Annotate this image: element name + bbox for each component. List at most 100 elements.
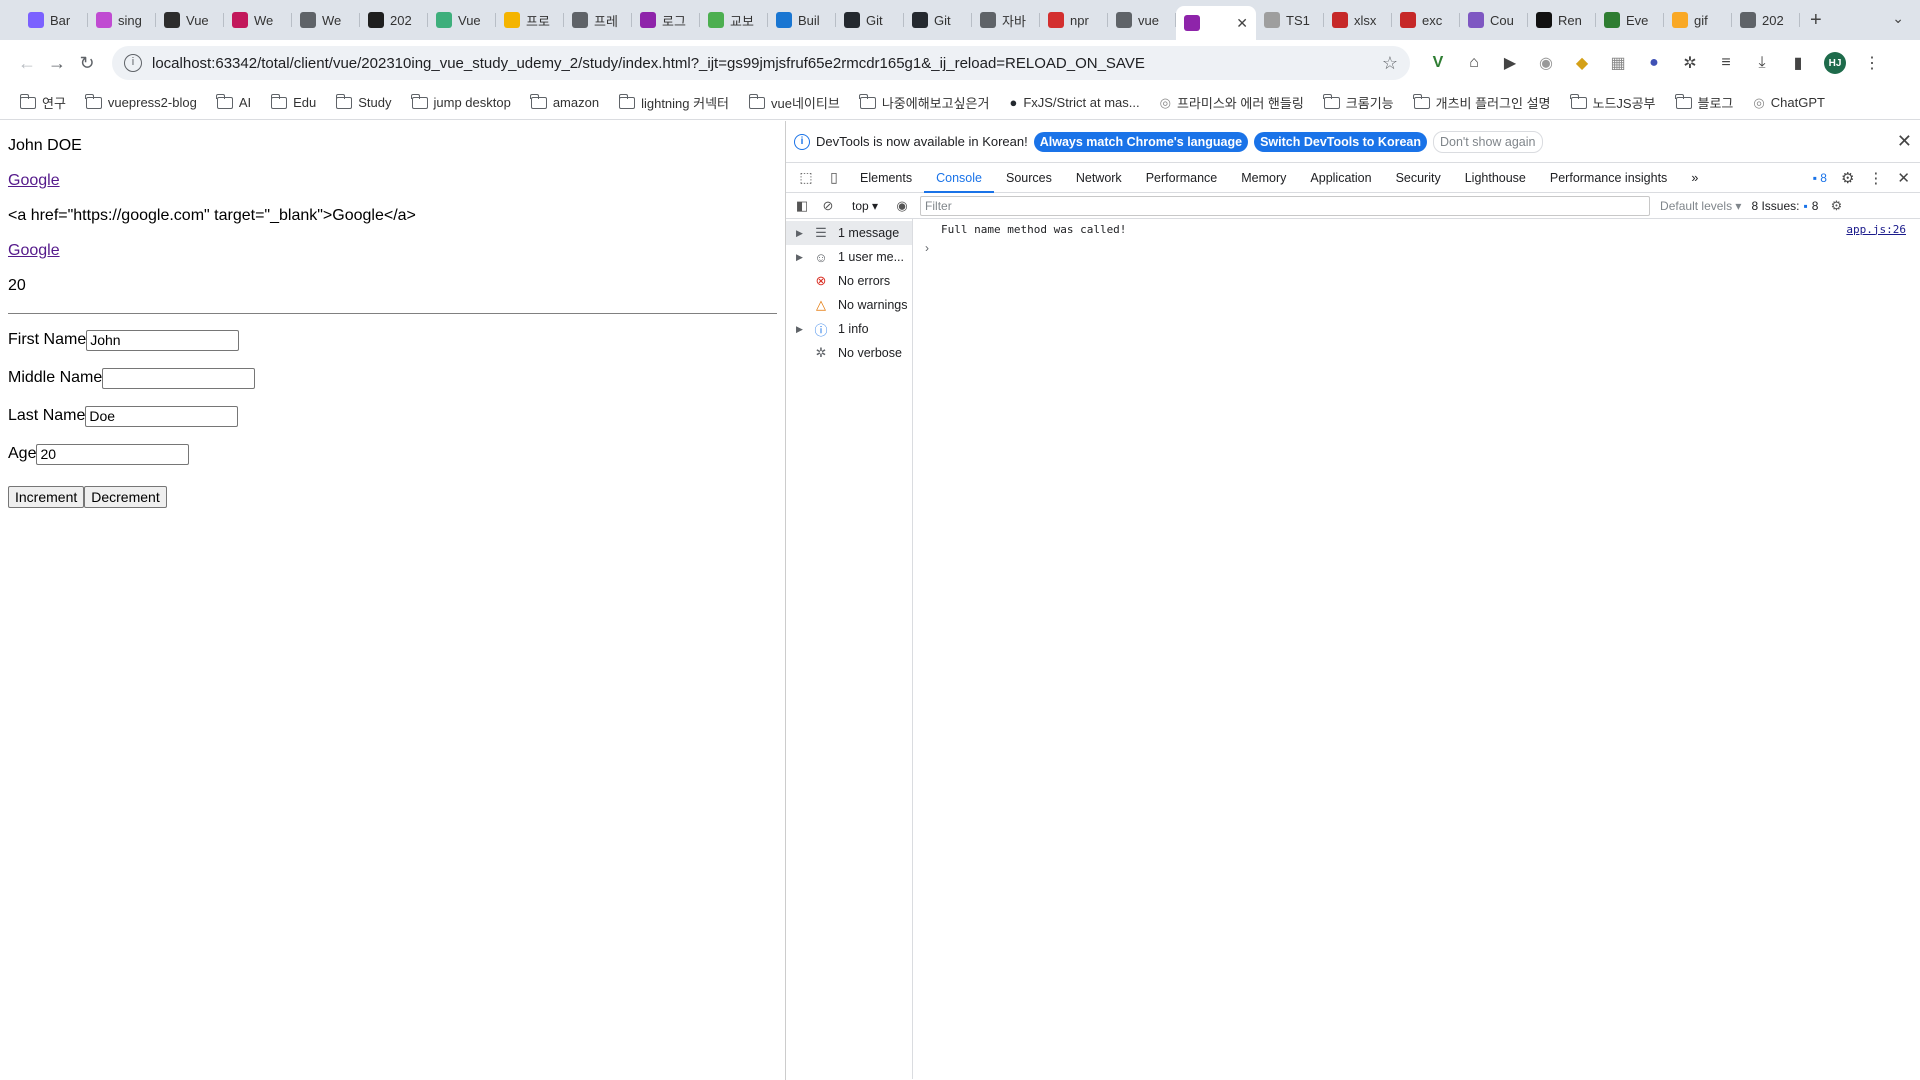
extension-icon[interactable]: ⌂ — [1464, 53, 1484, 73]
console-settings-icon[interactable]: ⚙ — [1828, 198, 1844, 214]
close-banner-icon[interactable]: ✕ — [1897, 131, 1912, 152]
browser-tab[interactable]: gif — [1664, 5, 1732, 35]
device-toolbar-icon[interactable]: ▯ — [820, 169, 848, 186]
console-filter-input[interactable]: Filter — [920, 195, 1651, 216]
bookmark-item[interactable]: amazon — [523, 93, 607, 110]
address-url[interactable]: localhost:63342/total/client/vue/202310i… — [152, 55, 1382, 72]
browser-tab[interactable]: 교보 — [700, 5, 768, 35]
log-levels-select[interactable]: Default levels ▾ — [1660, 199, 1741, 213]
bookmark-item[interactable]: 노드JS공부 — [1563, 93, 1664, 112]
devtools-tab-network[interactable]: Network — [1064, 163, 1134, 193]
vue-devtools-extension-icon[interactable]: V — [1428, 53, 1448, 73]
console-sidebar-item[interactable]: ⊗ No errors — [786, 269, 912, 293]
bookmark-item[interactable]: lightning 커넥터 — [611, 93, 737, 112]
bookmark-star-icon[interactable]: ☆ — [1382, 53, 1398, 74]
bookmark-item[interactable]: 연구 — [12, 93, 74, 112]
sidebar-toggle-icon[interactable]: ◧ — [794, 198, 810, 214]
browser-tab[interactable]: Git — [904, 5, 972, 35]
devtools-tab-elements[interactable]: Elements — [848, 163, 924, 193]
bookmark-item[interactable]: 크롬기능 — [1316, 93, 1402, 112]
browser-tab[interactable]: Bar — [20, 5, 88, 35]
browser-tab[interactable]: xlsx — [1324, 5, 1392, 35]
browser-tab[interactable]: TS1 — [1256, 5, 1324, 35]
devtools-tab-lighthouse[interactable]: Lighthouse — [1453, 163, 1538, 193]
live-expression-eye-icon[interactable]: ◉ — [894, 198, 910, 214]
browser-tab[interactable]: npr — [1040, 5, 1108, 35]
dont-show-again-button[interactable]: Don't show again — [1432, 130, 1543, 153]
browser-tab[interactable]: 프로 — [496, 5, 564, 35]
browser-tab[interactable]: 로그 — [632, 5, 700, 35]
media-control-icon[interactable]: ≡ — [1716, 53, 1736, 73]
google-link[interactable]: Google — [8, 172, 60, 189]
extension-icon[interactable]: ▦ — [1608, 53, 1628, 73]
bookmark-item[interactable]: jump desktop — [404, 93, 519, 110]
browser-tab[interactable]: 202 — [360, 5, 428, 35]
browser-tab[interactable]: 자바 — [972, 5, 1040, 35]
devtools-menu-icon[interactable]: ⋮ — [1868, 169, 1883, 187]
forward-button[interactable]: → — [42, 53, 72, 74]
console-sidebar-item[interactable]: △ No warnings — [786, 293, 912, 317]
bookmark-item[interactable]: ● FxJS/Strict at mas... — [1001, 95, 1147, 110]
browser-tab[interactable]: sing — [88, 5, 156, 35]
last-name-input[interactable] — [85, 405, 239, 427]
console-sidebar-item[interactable]: ▶ ☺ 1 user me... — [786, 245, 912, 269]
bookmark-item[interactable]: Edu — [263, 93, 324, 110]
expand-arrow-icon[interactable]: ▶ — [796, 252, 810, 263]
devtools-tab-performance[interactable]: Performance — [1134, 163, 1230, 193]
browser-tab[interactable]: ✕ — [1176, 6, 1256, 40]
extension-icon[interactable]: ● — [1644, 53, 1664, 73]
middle-name-input[interactable] — [102, 367, 256, 389]
browser-tab[interactable]: Git — [836, 5, 904, 35]
devtools-tab-console[interactable]: Console — [924, 163, 994, 193]
more-tabs-icon[interactable]: » — [1679, 163, 1710, 193]
age-input[interactable] — [36, 443, 190, 465]
expand-arrow-icon[interactable]: ▶ — [796, 228, 810, 239]
devtools-tab-performance-insights[interactable]: Performance insights — [1538, 163, 1679, 193]
switch-korean-button[interactable]: Switch DevTools to Korean — [1254, 131, 1427, 152]
download-icon[interactable]: ⤓ — [1752, 53, 1772, 73]
address-bar[interactable]: i localhost:63342/total/client/vue/20231… — [112, 46, 1410, 80]
browser-tab[interactable]: Eve — [1596, 5, 1664, 35]
devtools-tab-security[interactable]: Security — [1384, 163, 1453, 193]
first-name-input[interactable] — [86, 329, 240, 351]
browser-tab[interactable]: We — [292, 5, 360, 35]
console-prompt-caret[interactable]: › — [925, 241, 929, 255]
console-sidebar-item[interactable]: ✲ No verbose — [786, 341, 912, 365]
console-sidebar-item[interactable]: ▶ ⓘ 1 info — [786, 317, 912, 341]
devtools-tab-application[interactable]: Application — [1298, 163, 1383, 193]
browser-tab[interactable]: Vue — [428, 5, 496, 35]
bookmark-item[interactable]: 블로그 — [1668, 93, 1742, 112]
context-select[interactable]: top ▾ — [846, 199, 884, 213]
devtools-tab-sources[interactable]: Sources — [994, 163, 1064, 193]
log-source-link[interactable]: app.js:26 — [1846, 223, 1906, 236]
message-count-badge[interactable]: ▪ 8 — [1813, 171, 1827, 185]
bookmark-item[interactable]: AI — [209, 93, 259, 110]
browser-menu-icon[interactable]: ⋮ — [1862, 53, 1882, 73]
browser-tab[interactable]: We — [224, 5, 292, 35]
close-tab-icon[interactable]: ✕ — [1236, 15, 1248, 32]
bookmark-item[interactable]: ◎ ChatGPT — [1745, 95, 1833, 111]
expand-arrow-icon[interactable]: ▶ — [796, 324, 810, 335]
side-panel-icon[interactable]: ▮ — [1788, 53, 1808, 73]
reload-button[interactable]: ↻ — [72, 53, 102, 74]
inspect-element-icon[interactable]: ⬚ — [792, 169, 820, 186]
profile-avatar[interactable]: HJ — [1824, 52, 1846, 74]
back-button[interactable]: ← — [12, 53, 42, 74]
bookmark-item[interactable]: vue네이티브 — [741, 93, 848, 112]
browser-tab[interactable]: Cou — [1460, 5, 1528, 35]
browser-tab[interactable]: vue — [1108, 5, 1176, 35]
browser-tab[interactable]: 202 — [1732, 5, 1800, 35]
browser-tab[interactable]: Ren — [1528, 5, 1596, 35]
bookmark-item[interactable]: vuepress2-blog — [78, 93, 205, 110]
tab-search-icon[interactable]: ⌄ — [1892, 10, 1904, 27]
browser-tab[interactable]: Vue — [156, 5, 224, 35]
console-sidebar-item[interactable]: ▶ ☰ 1 message — [786, 221, 912, 245]
close-devtools-icon[interactable]: ✕ — [1897, 169, 1910, 187]
decrement-button[interactable]: Decrement — [84, 486, 167, 508]
bookmark-item[interactable]: 개츠비 플러그인 설명 — [1406, 93, 1559, 112]
site-info-icon[interactable]: i — [124, 54, 142, 72]
browser-tab[interactable]: 프레 — [564, 5, 632, 35]
bookmark-item[interactable]: ◎ 프라미스와 에러 핸들링 — [1152, 93, 1312, 112]
browser-tab[interactable]: exc — [1392, 5, 1460, 35]
issues-counter[interactable]: 8 Issues: ▪ 8 — [1751, 199, 1818, 213]
